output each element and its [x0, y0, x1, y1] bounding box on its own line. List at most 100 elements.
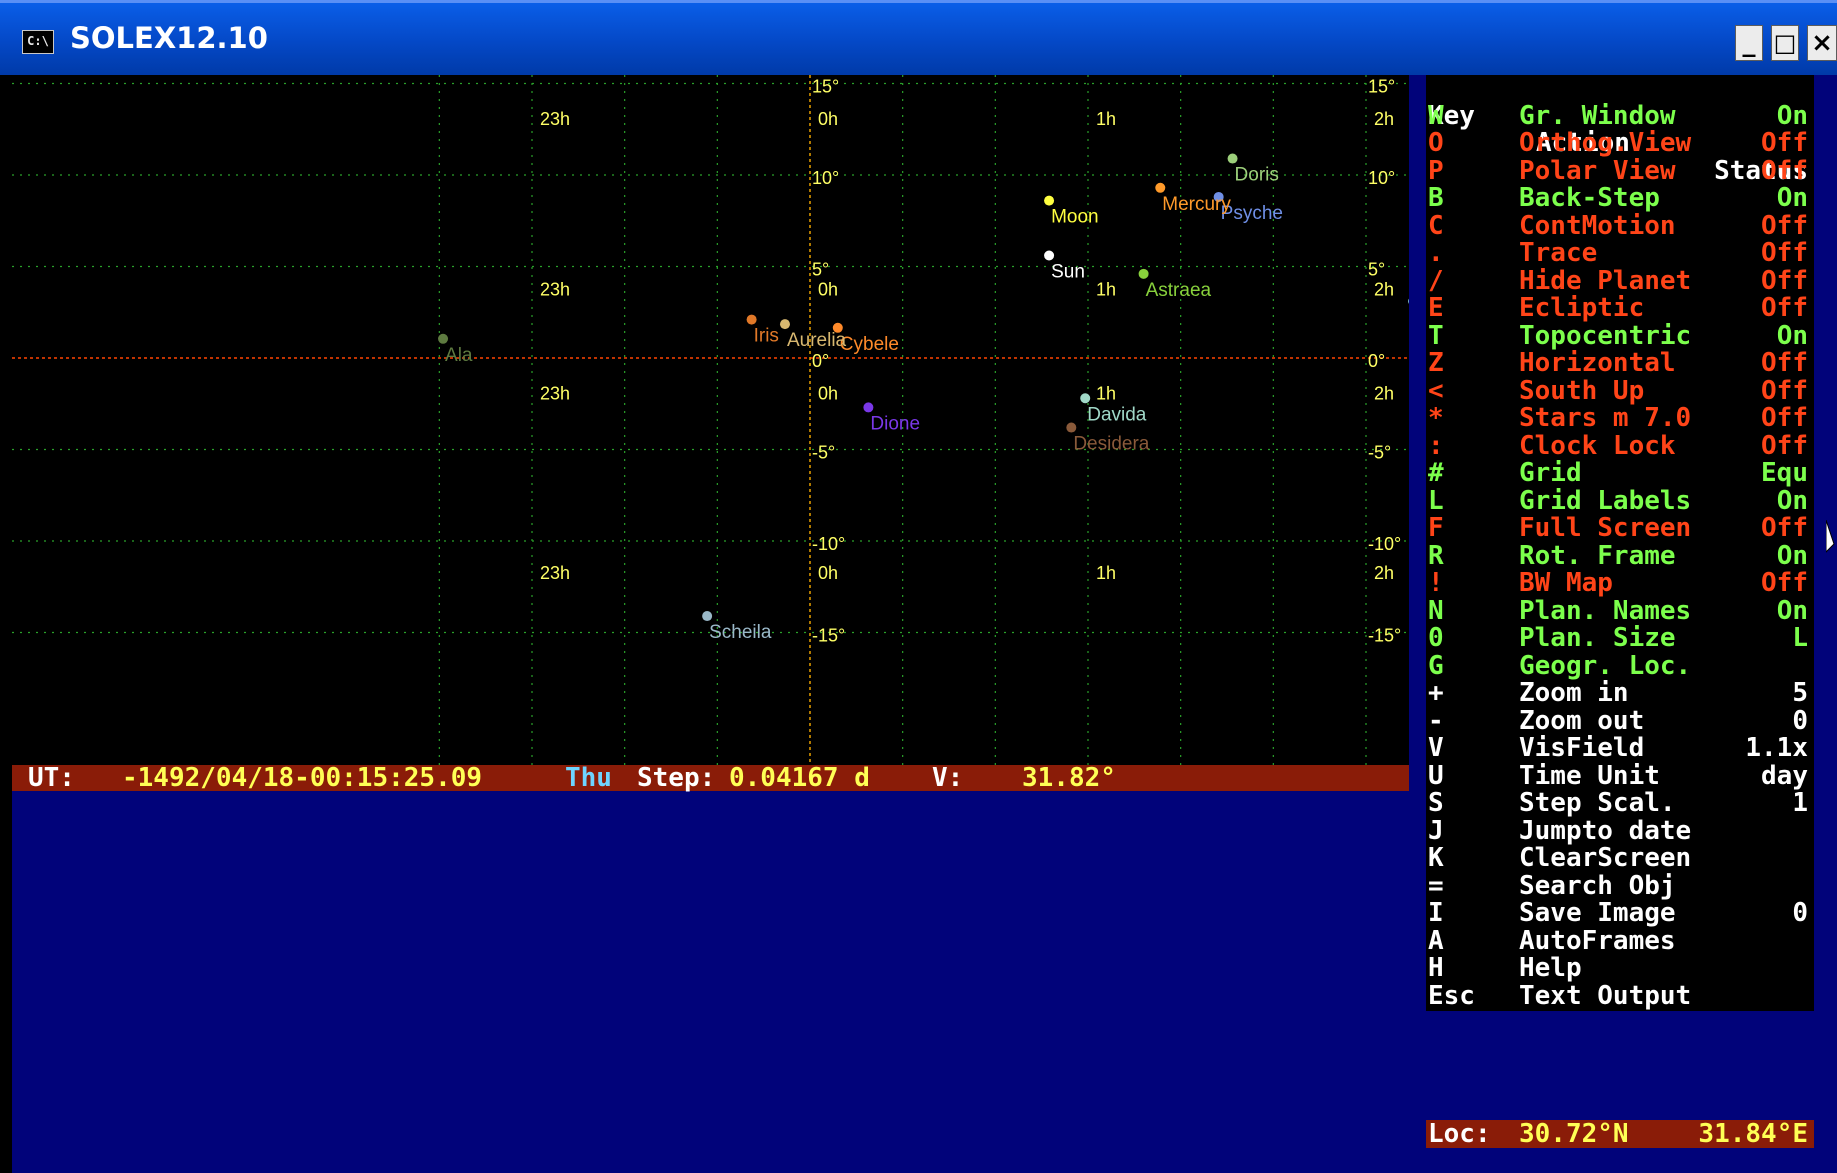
object-dot [1080, 393, 1091, 404]
console-app-icon[interactable]: C:\ [22, 30, 54, 54]
object-dot [1227, 153, 1238, 164]
object-label: Dione [870, 413, 920, 434]
status-label: On [1776, 595, 1808, 626]
status-label: Off [1761, 238, 1808, 268]
action-label: Grid Labels [1519, 485, 1692, 516]
key-row-20[interactable]: 0 Plan. Size L [1426, 624, 1814, 653]
status-label: Off [1761, 128, 1808, 158]
status-label: Off [1761, 375, 1808, 406]
loc-label: Loc: [1428, 1119, 1491, 1149]
action-label: Save Image [1519, 898, 1676, 928]
key-row-31[interactable]: A AutoFrames [1426, 927, 1814, 956]
key-label: K [1428, 843, 1444, 873]
status-label: Off [1761, 568, 1808, 598]
key-label: # [1428, 458, 1444, 488]
object-label: Ala [445, 345, 473, 366]
ut-label: UT: [28, 763, 75, 793]
object-label: Mercury [1162, 194, 1231, 215]
action-label: ContMotion [1519, 210, 1676, 241]
object-label: Sun [1051, 262, 1085, 283]
maximize-button[interactable]: □ [1771, 25, 1799, 61]
ra-label: 2h [1374, 384, 1394, 404]
key-label: O [1428, 128, 1444, 158]
key-row-27[interactable]: J Jumpto date [1426, 815, 1814, 846]
v-value: 31.82° [1022, 763, 1116, 793]
sky-map[interactable]: 15° 10° 5° 0° -5° -10° -15° 15° 10° 5° 0° -5° -10° -1… [12, 75, 1409, 765]
object-dot [863, 402, 874, 413]
key-row-15[interactable]: L Grid Labels On [1426, 485, 1814, 516]
key-label: V [1428, 733, 1444, 763]
close-button[interactable]: × [1807, 25, 1837, 61]
status-label: day [1761, 760, 1808, 791]
key-row-6[interactable]: . Trace Off [1426, 238, 1814, 268]
key-row-2[interactable]: O Orthog.View Off [1426, 128, 1814, 158]
action-label: Zoom in [1519, 678, 1629, 708]
status-label: On [1776, 485, 1808, 516]
object-label: Iris [754, 326, 779, 347]
key-row-9[interactable]: T Topocentric On [1426, 320, 1814, 351]
key-row-17[interactable]: R Rot. Frame On [1426, 540, 1814, 571]
key-row-26[interactable]: S Step Scal. 1 [1426, 788, 1814, 818]
ra-label: 1h [1096, 279, 1116, 299]
action-label: Full Screen [1519, 513, 1692, 543]
status-label: Equ [1761, 458, 1808, 488]
key-panel-header: Key Action Status [1426, 75, 1814, 184]
status-label: On [1776, 320, 1808, 351]
key-row-11[interactable]: < South Up Off [1426, 375, 1814, 406]
object-dot [1066, 422, 1077, 433]
key-label: I [1428, 898, 1444, 928]
status-label: 1 [1792, 788, 1808, 818]
ra-label: 1h [1096, 563, 1116, 583]
key-row-3[interactable]: P Polar View Off [1426, 157, 1814, 186]
key-row-19[interactable]: N Plan. Names On [1426, 595, 1814, 626]
action-label: ClearScreen [1519, 843, 1692, 873]
key-label: : [1428, 430, 1444, 461]
key-row-24[interactable]: V VisField 1.1x [1426, 733, 1814, 763]
key-row-13[interactable]: : Clock Lock Off [1426, 430, 1814, 461]
object-dot [1155, 182, 1166, 193]
key-row-5[interactable]: C ContMotion Off [1426, 210, 1814, 241]
key-label: + [1428, 678, 1444, 708]
key-row-4[interactable]: B Back-Step On [1426, 184, 1814, 213]
key-row-28[interactable]: K ClearScreen [1426, 843, 1814, 873]
ra-label: 0h [818, 384, 838, 404]
title-bar[interactable]: C:\ SOLEX12.10 _ □ × [0, 0, 1837, 75]
key-row-12[interactable]: * Stars m 7.0 Off [1426, 404, 1814, 433]
key-row-18[interactable]: ! BW Map Off [1426, 568, 1814, 598]
key-row-14[interactable]: # Grid Equ [1426, 458, 1814, 488]
ra-label: 0h [818, 109, 838, 129]
key-label: H [1428, 953, 1444, 983]
action-label: Jumpto date [1519, 815, 1692, 846]
key-row-22[interactable]: + Zoom in 5 [1426, 678, 1814, 708]
key-row-23[interactable]: - Zoom out 0 [1426, 707, 1814, 736]
key-label: L [1428, 485, 1444, 516]
key-row-21[interactable]: G Geogr. Loc. [1426, 652, 1814, 681]
object-dot [702, 611, 713, 622]
action-label: Help [1519, 953, 1582, 983]
action-label: VisField [1519, 733, 1645, 763]
key-row-8[interactable]: E Ecliptic Off [1426, 294, 1814, 323]
location-bar: Loc: 30.72°N 31.84°E [1426, 1120, 1814, 1148]
key-row-16[interactable]: F Full Screen Off [1426, 513, 1814, 543]
key-row-33[interactable]: Esc Text Output [1426, 982, 1814, 1011]
key-label: R [1428, 540, 1444, 571]
key-row-1[interactable]: W Gr. Window On [1426, 100, 1814, 131]
minimize-button[interactable]: _ [1735, 25, 1763, 61]
dec-label: -5° [1368, 443, 1391, 463]
key-label: = [1428, 870, 1444, 901]
action-label: BW Map [1519, 568, 1613, 598]
loc-lat: 30.72°N [1519, 1119, 1629, 1149]
key-row-30[interactable]: I Save Image 0 [1426, 898, 1814, 928]
key-label: W [1428, 100, 1444, 131]
object-label: Scheila [709, 622, 772, 643]
object-label: Cybele [840, 334, 899, 355]
key-row-7[interactable]: / Hide Planet Off [1426, 267, 1814, 296]
key-row-32[interactable]: H Help [1426, 953, 1814, 983]
dec-label: 5° [1368, 260, 1385, 280]
dec-label: 10° [812, 168, 839, 188]
loc-lon: 31.84°E [1698, 1119, 1808, 1149]
object-dot [438, 333, 449, 344]
key-row-25[interactable]: U Time Unit day [1426, 760, 1814, 791]
key-row-10[interactable]: Z Horizontal Off [1426, 349, 1814, 378]
key-row-29[interactable]: = Search Obj [1426, 870, 1814, 901]
